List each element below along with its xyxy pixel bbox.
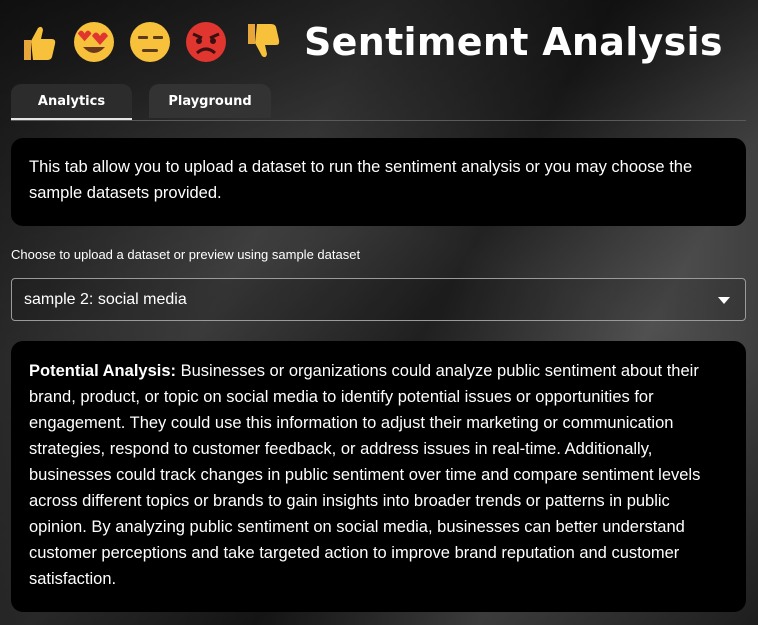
neutral-face-icon [130, 22, 170, 62]
angry-face-icon [186, 22, 226, 62]
heart-eyes-icon [74, 22, 114, 62]
dataset-select[interactable]: sample 2: social media [11, 278, 746, 321]
dataset-select-value: sample 2: social media [24, 290, 187, 308]
app-header: Sentiment Analysis [16, 14, 723, 70]
chevron-down-icon[interactable] [718, 297, 730, 304]
thumbs-up-icon [24, 26, 56, 60]
intro-card: This tab allow you to upload a dataset t… [11, 138, 746, 226]
tab-bar: Analytics Playground [11, 84, 746, 121]
analysis-card: Potential Analysis: Businesses or organi… [11, 341, 746, 612]
intro-text: This tab allow you to upload a dataset t… [29, 158, 693, 202]
tab-playground[interactable]: Playground [149, 84, 271, 118]
analysis-heading: Potential Analysis: [29, 362, 177, 380]
page-title: Sentiment Analysis [304, 20, 723, 64]
analysis-body: Businesses or organizations could analyz… [29, 362, 701, 588]
tab-analytics[interactable]: Analytics [11, 84, 132, 120]
dataset-select-label: Choose to upload a dataset or preview us… [11, 247, 361, 262]
thumbs-down-icon [248, 24, 280, 58]
